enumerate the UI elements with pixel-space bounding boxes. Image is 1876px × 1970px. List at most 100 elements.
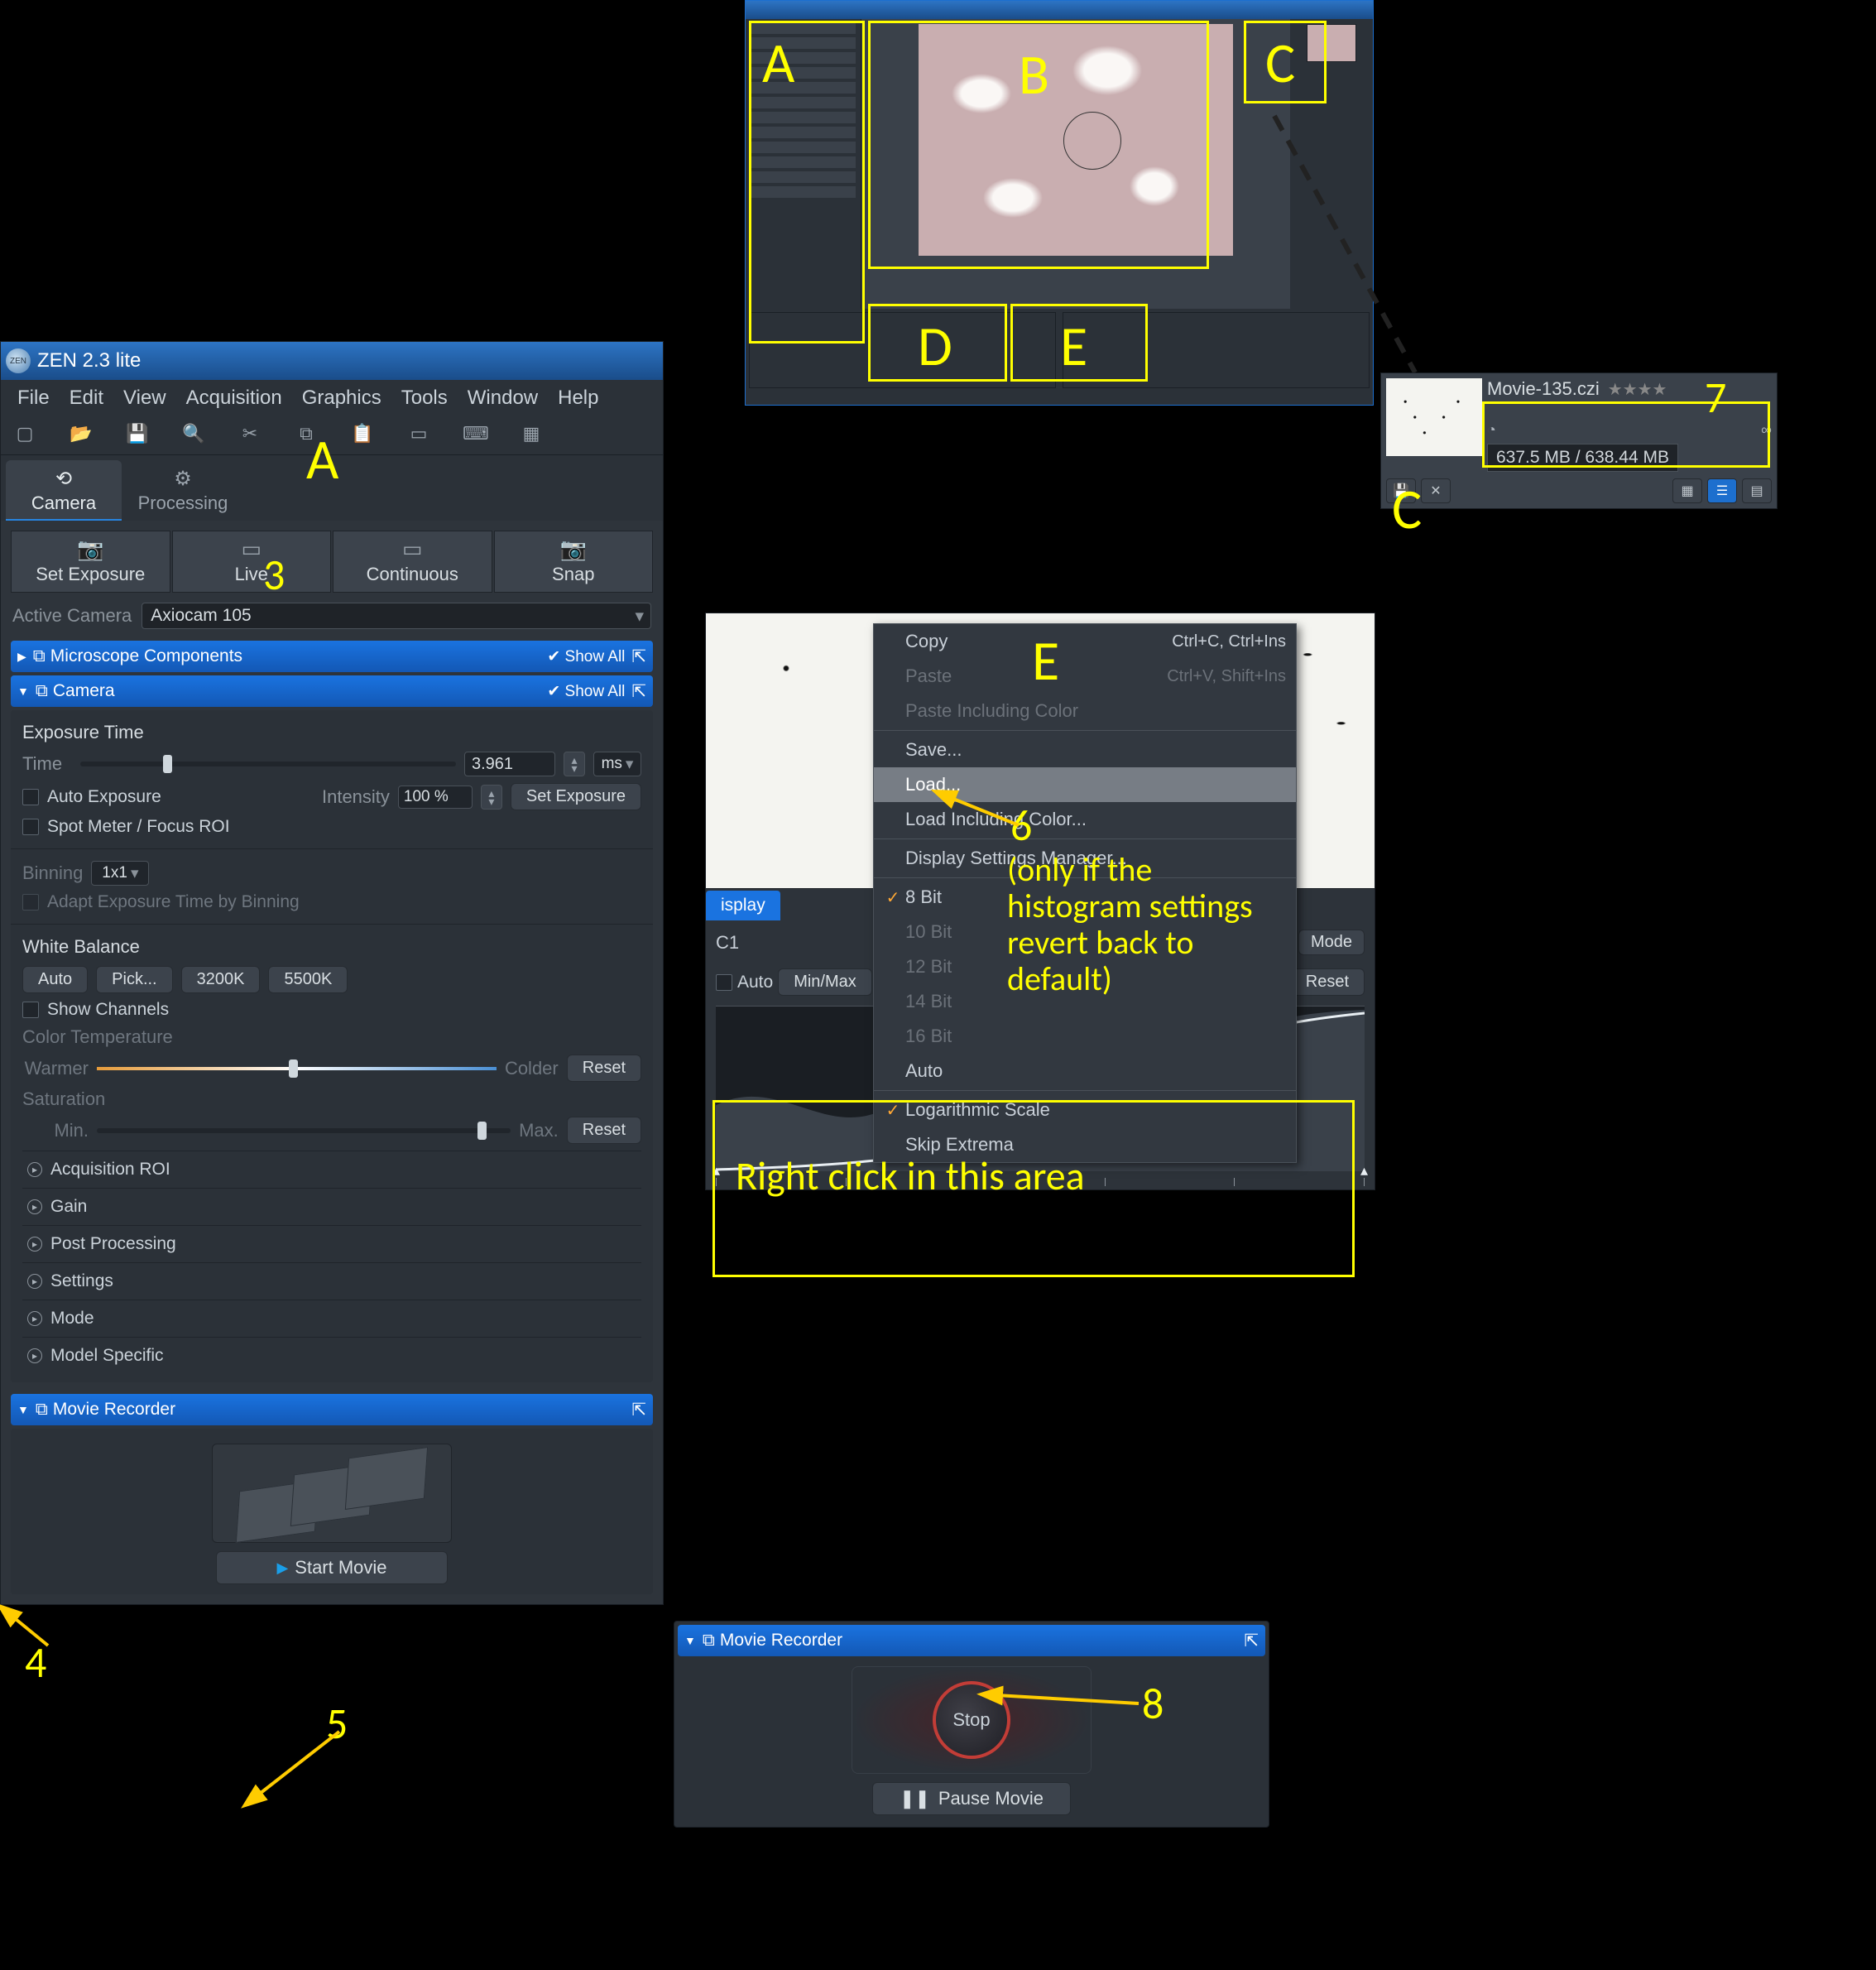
- time-spinner[interactable]: ▴▾: [564, 752, 585, 776]
- view-list-button[interactable]: ☰: [1707, 478, 1737, 503]
- menu-view[interactable]: View: [113, 383, 176, 413]
- annotation-C2: C: [1392, 475, 1422, 544]
- show-all-checkbox[interactable]: ✔ Show All: [547, 682, 625, 701]
- auto-exposure-label: Auto Exposure: [47, 787, 161, 807]
- binning-label: Binning: [22, 862, 83, 884]
- spot-meter-checkbox[interactable]: [22, 819, 39, 835]
- menu-edit[interactable]: Edit: [60, 383, 113, 413]
- intensity-spinner[interactable]: ▴▾: [481, 785, 502, 810]
- close-file-button[interactable]: ✕: [1421, 478, 1451, 503]
- menu-acquisition[interactable]: Acquisition: [176, 383, 292, 413]
- bluebar-icon: ⧉: [36, 681, 48, 701]
- movie-recorder-label: Movie Recorder: [53, 1400, 175, 1420]
- time-input[interactable]: 3.961: [464, 752, 555, 776]
- new-icon[interactable]: ▢: [12, 423, 37, 443]
- color-temp-label: Color Temperature: [22, 1026, 173, 1048]
- time-unit-dropdown[interactable]: ms: [593, 752, 641, 776]
- start-movie-label: Start Movie: [295, 1557, 386, 1578]
- workspace-icon[interactable]: ▭: [406, 423, 431, 443]
- wb-5500-button[interactable]: 5500K: [268, 966, 348, 993]
- acquisition-roi-row[interactable]: ▸Acquisition ROI: [22, 1151, 641, 1188]
- show-all-checkbox[interactable]: ✔ Show All: [547, 647, 625, 666]
- auto-exposure-checkbox[interactable]: [22, 789, 39, 805]
- annotation-dashed-line: [1183, 116, 1432, 381]
- camera-header[interactable]: ▼ ⧉ Camera ✔ Show All ⇱: [11, 675, 653, 707]
- mode-dropdown[interactable]: Mode: [1298, 930, 1365, 955]
- wb-auto-button[interactable]: Auto: [22, 966, 88, 993]
- movie-recorder-header2[interactable]: ▼ ⧉ Movie Recorder ⇱: [678, 1625, 1265, 1656]
- intensity-label: Intensity: [322, 786, 390, 808]
- microscope-components-header[interactable]: ▶ ⧉ Microscope Components ✔ Show All ⇱: [11, 641, 653, 672]
- wb-3200-button[interactable]: 3200K: [181, 966, 261, 993]
- display-reset-button[interactable]: Reset: [1290, 968, 1365, 996]
- pause-movie-button[interactable]: ❚❚ Pause Movie: [872, 1782, 1071, 1815]
- image-icon[interactable]: ▦: [519, 423, 544, 443]
- file-thumbnail[interactable]: [1386, 378, 1482, 456]
- set-exposure-button[interactable]: 📷 Set Exposure: [11, 531, 170, 593]
- popout-icon[interactable]: ⇱: [631, 1400, 646, 1420]
- camera-snap-icon: 📷: [495, 536, 653, 562]
- popout-icon[interactable]: ⇱: [631, 681, 646, 702]
- ctx-load-color[interactable]: Load Including Color...: [874, 802, 1296, 837]
- show-channels-checkbox[interactable]: [22, 1002, 39, 1018]
- ctx-auto[interactable]: Auto: [874, 1054, 1296, 1088]
- hist-handle-right[interactable]: ▴: [1360, 1162, 1368, 1180]
- set-exposure-button2[interactable]: Set Exposure: [511, 783, 641, 810]
- snap-button[interactable]: 📷 Snap: [494, 531, 654, 593]
- display-tab[interactable]: isplay: [706, 891, 780, 920]
- binning-dropdown[interactable]: 1x1: [91, 861, 149, 886]
- time-slider[interactable]: [80, 762, 456, 766]
- color-temp-slider[interactable]: [97, 1067, 497, 1070]
- view-tiles-button[interactable]: ▦: [1672, 478, 1702, 503]
- tab-camera[interactable]: ⟲ Camera: [6, 460, 122, 521]
- start-movie-button[interactable]: ▶ Start Movie: [216, 1551, 448, 1584]
- annotation-arrow-4: [7, 1609, 56, 1650]
- left-tool-panel: ZEN ZEN 2.3 lite File Edit View Acquisit…: [0, 341, 664, 1605]
- popout-icon[interactable]: ⇱: [631, 646, 646, 667]
- intensity-input[interactable]: 100 %: [398, 786, 473, 809]
- wb-pick-button[interactable]: Pick...: [96, 966, 172, 993]
- gear-icon: ⚙: [125, 467, 241, 491]
- paste-icon[interactable]: 📋: [350, 423, 375, 443]
- saturation-slider[interactable]: [97, 1128, 511, 1133]
- keyboard-icon[interactable]: ⌨: [463, 423, 487, 443]
- annotation-7: 7: [1705, 371, 1726, 424]
- gain-row[interactable]: ▸Gain: [22, 1188, 641, 1225]
- ctx-paste-color: Paste Including Color: [874, 694, 1296, 728]
- mode-row[interactable]: ▸Mode: [22, 1300, 641, 1337]
- adapt-label: Adapt Exposure Time by Binning: [47, 892, 300, 912]
- popout-icon[interactable]: ⇱: [1244, 1631, 1259, 1651]
- search-icon[interactable]: 🔍: [181, 423, 206, 443]
- settings-row[interactable]: ▸Settings: [22, 1262, 641, 1300]
- live-button[interactable]: ▭ Live: [172, 531, 332, 593]
- ctx-copy[interactable]: CopyCtrl+C, Ctrl+Ins: [874, 624, 1296, 659]
- menu-file[interactable]: File: [7, 383, 60, 413]
- continuous-button[interactable]: ▭ Continuous: [333, 531, 492, 593]
- menu-window[interactable]: Window: [458, 383, 548, 413]
- view-compact-button[interactable]: ▤: [1742, 478, 1772, 503]
- menu-help[interactable]: Help: [548, 383, 608, 413]
- open-icon[interactable]: 📂: [69, 423, 94, 443]
- exposure-time-header: Exposure Time: [22, 722, 641, 743]
- reset-sat-button[interactable]: Reset: [567, 1117, 641, 1144]
- ctx-load[interactable]: Load...: [874, 767, 1296, 802]
- cut-icon[interactable]: ✂: [237, 423, 262, 443]
- reset-ctemp-button[interactable]: Reset: [567, 1055, 641, 1082]
- menu-tools[interactable]: Tools: [391, 383, 458, 413]
- camera-icon: ⟲: [6, 467, 122, 491]
- minmax-button[interactable]: Min/Max: [778, 968, 872, 996]
- movie-recorder-header[interactable]: ▼ ⧉ Movie Recorder ⇱: [11, 1394, 653, 1425]
- tab-processing[interactable]: ⚙ Processing: [125, 460, 241, 521]
- active-camera-dropdown[interactable]: Axiocam 105: [142, 603, 651, 629]
- annotation-E: E: [1060, 312, 1087, 381]
- ctx-save[interactable]: Save...: [874, 733, 1296, 767]
- display-auto-checkbox[interactable]: [716, 974, 732, 991]
- model-specific-row[interactable]: ▸Model Specific: [22, 1337, 641, 1374]
- movie-recorder-label2: Movie Recorder: [720, 1631, 842, 1650]
- menu-graphics[interactable]: Graphics: [292, 383, 391, 413]
- snap-label: Snap: [495, 564, 653, 585]
- camera-label: Camera: [53, 681, 115, 701]
- save-icon[interactable]: 💾: [125, 423, 150, 443]
- file-rating[interactable]: ★★★★: [1608, 379, 1667, 400]
- post-processing-row[interactable]: ▸Post Processing: [22, 1225, 641, 1262]
